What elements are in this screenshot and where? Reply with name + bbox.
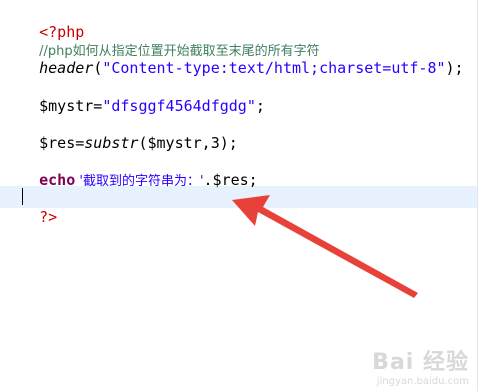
baidu-jingyan-watermark: Bai 经验 jingyan.baidu.com: [372, 344, 469, 387]
code-editor[interactable]: <?php //php如何从指定位置开始截取至末尾的所有字符 header("C…: [0, 0, 478, 391]
red-arrow-icon: [232, 195, 418, 298]
watermark-logo: Bai 经验: [372, 350, 469, 375]
watermark-url: jingyan.baidu.com: [376, 376, 469, 387]
